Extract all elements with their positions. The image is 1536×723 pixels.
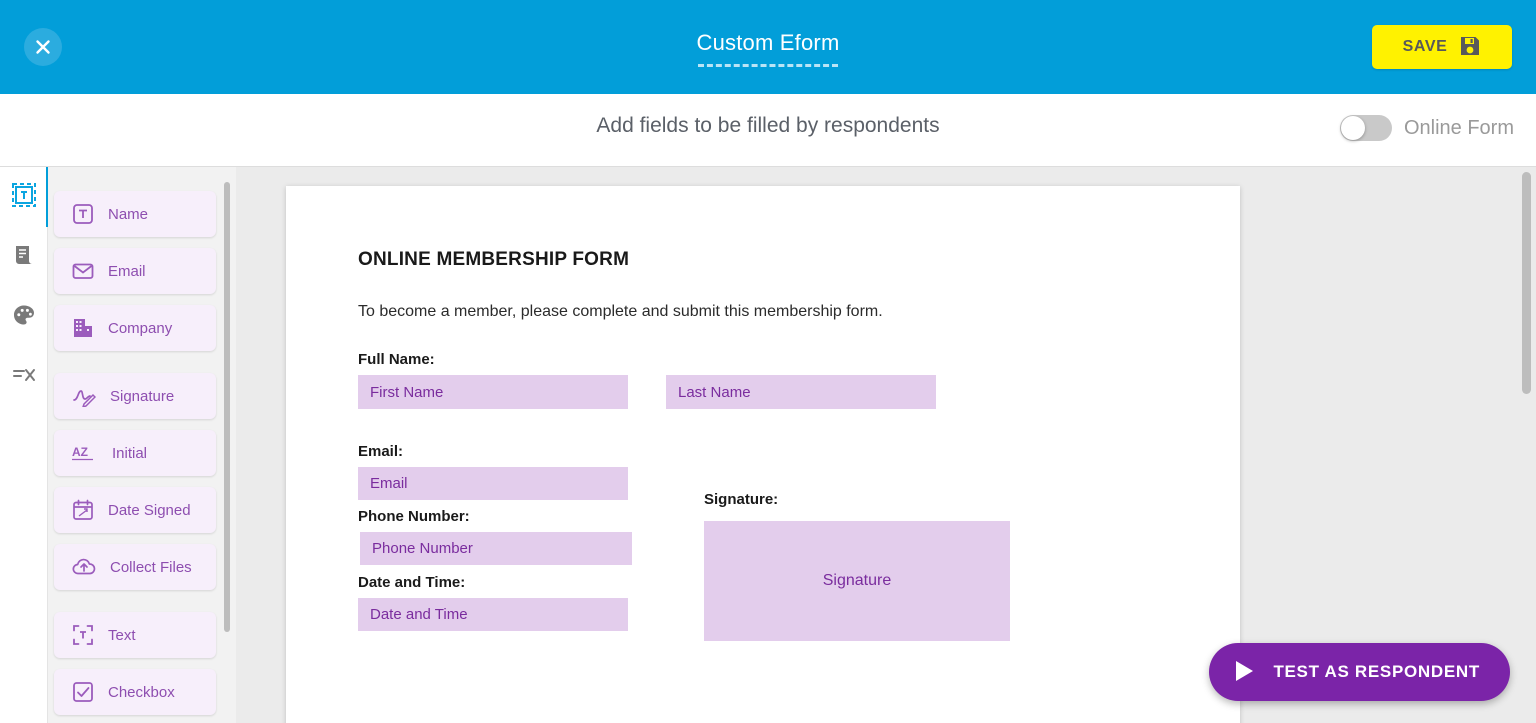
signature-label: Signature:	[704, 491, 779, 508]
rail-item-theme[interactable]	[0, 287, 48, 347]
field-chip-collect-files[interactable]: Collect Files	[54, 544, 216, 590]
online-form-toggle-label: Online Form	[1403, 116, 1514, 139]
field-chip-checkbox[interactable]: Checkbox	[54, 669, 216, 715]
document-page-content: ONLINE MEMBERSHIP FORM To become a membe…	[286, 186, 1240, 704]
field-chip-label: Name	[108, 205, 149, 223]
document-page: ONLINE MEMBERSHIP FORM To become a membe…	[286, 186, 1240, 723]
last-name-field[interactable]: Last Name	[666, 375, 936, 409]
field-chip-name[interactable]: Name	[54, 191, 216, 237]
datetime-field[interactable]: Date and Time	[358, 598, 628, 631]
field-chip-date-signed[interactable]: Date Signed	[54, 487, 216, 533]
top-header-bar: Custom Eform SAVE	[0, 0, 1536, 94]
online-form-toggle-group: Online Form	[1339, 115, 1514, 141]
document-title-group: Custom Eform	[0, 30, 1536, 67]
field-chip-signature[interactable]: Signature	[54, 373, 216, 419]
online-form-toggle[interactable]	[1339, 115, 1392, 141]
phone-label: Phone Number:	[358, 508, 470, 525]
az-initial-icon: AZ	[72, 443, 98, 463]
field-chip-label: Checkbox	[108, 683, 175, 701]
field-chip-label: Text	[108, 626, 136, 644]
eform-editor-app: Custom Eform SAVE Add fields to be fille…	[0, 0, 1536, 723]
rail-item-clear-fields[interactable]	[0, 347, 48, 407]
email-field[interactable]: Email	[358, 467, 628, 500]
document-title[interactable]: Custom Eform	[697, 30, 840, 56]
document-intro-paragraph: To become a member, please complete and …	[358, 303, 883, 320]
text-brackets-icon	[72, 624, 94, 646]
signature-pen-icon	[72, 385, 96, 407]
rail-item-fields[interactable]	[0, 167, 49, 227]
email-label: Email:	[358, 443, 404, 460]
building-icon	[72, 317, 94, 339]
field-chip-initial[interactable]: AZ Initial	[54, 430, 216, 476]
tool-rail	[0, 167, 49, 723]
rail-item-document[interactable]	[0, 227, 48, 287]
save-button-label: SAVE	[1402, 38, 1448, 55]
list-remove-icon	[12, 363, 36, 392]
sub-header-bar: Add fields to be filled by respondents O…	[0, 94, 1536, 167]
phone-field[interactable]: Phone Number	[360, 532, 632, 565]
field-chip-email[interactable]: Email	[54, 248, 216, 294]
document-scroll-icon	[12, 243, 36, 272]
document-heading: ONLINE MEMBERSHIP FORM	[358, 249, 630, 270]
first-name-field[interactable]: First Name	[358, 375, 628, 409]
field-chip-company[interactable]: Company	[54, 305, 216, 351]
document-canvas: ONLINE MEMBERSHIP FORM To become a membe…	[236, 167, 1536, 723]
field-chip-text[interactable]: Text	[54, 612, 216, 658]
test-as-respondent-button[interactable]: TEST AS RESPONDENT	[1209, 643, 1510, 701]
cloud-upload-icon	[72, 557, 96, 577]
document-title-underline	[698, 64, 838, 67]
test-as-respondent-label: TEST AS RESPONDENT	[1273, 662, 1480, 681]
field-list: Name Email Company Signature AZ Initial …	[48, 167, 236, 715]
signature-column: Signature: Signature	[704, 491, 1010, 641]
calendar-pen-icon	[72, 499, 94, 521]
full-name-label: Full Name:	[358, 351, 435, 368]
envelope-icon	[72, 260, 94, 282]
form-field-icon	[12, 182, 36, 212]
field-chip-label: Signature	[110, 387, 175, 405]
play-triangle-icon	[1233, 659, 1255, 686]
field-palette-panel: Name Email Company Signature AZ Initial …	[48, 167, 236, 723]
full-name-row: First Name Last Name	[358, 375, 1168, 409]
field-chip-label: Collect Files	[110, 558, 192, 576]
signature-field[interactable]: Signature	[704, 521, 1010, 641]
details-left-column: Email: Email Phone Number: Phone Number …	[358, 443, 666, 641]
floppy-disk-save-icon	[1459, 35, 1481, 60]
field-panel-scrollbar[interactable]	[224, 182, 230, 632]
editor-body: Name Email Company Signature AZ Initial …	[0, 167, 1536, 723]
text-box-t-icon	[72, 203, 94, 225]
details-row: Email: Email Phone Number: Phone Number …	[358, 443, 1168, 641]
datetime-label: Date and Time:	[358, 574, 466, 591]
checkbox-icon	[72, 681, 94, 703]
palette-icon	[12, 303, 36, 332]
field-chip-label: Date Signed	[108, 501, 191, 519]
field-chip-label: Initial	[112, 444, 148, 462]
save-button[interactable]: SAVE	[1372, 25, 1512, 69]
canvas-scrollbar[interactable]	[1522, 172, 1531, 394]
toggle-knob	[1340, 116, 1365, 140]
svg-text:AZ: AZ	[72, 445, 88, 459]
instruction-text: Add fields to be filled by respondents	[596, 114, 940, 137]
field-chip-label: Email	[108, 262, 146, 280]
field-chip-label: Company	[108, 319, 173, 337]
